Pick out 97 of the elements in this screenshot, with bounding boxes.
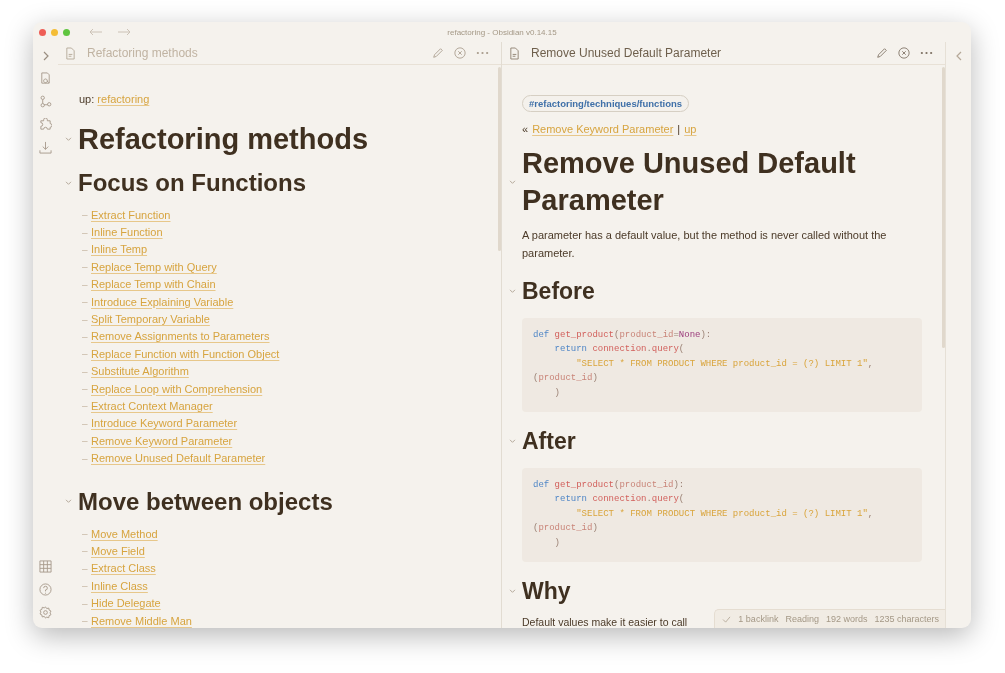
list-bullet: – [82, 615, 89, 626]
list-bullet: – [82, 330, 89, 342]
fold-chevron-icon[interactable] [509, 438, 516, 444]
note-link[interactable]: Extract Context Manager [91, 400, 213, 412]
more-options-icon[interactable] [476, 51, 489, 55]
status-item: 1235 characters [874, 614, 939, 624]
list-bullet: – [82, 365, 89, 377]
list-bullet: – [82, 597, 89, 609]
fold-chevron-icon[interactable] [509, 288, 516, 294]
window-title: refactoring - Obsidian v0.14.15 [447, 27, 557, 37]
note-link[interactable]: Remove Middle Man [91, 614, 192, 627]
note-link[interactable]: Remove Keyword Parameter [91, 434, 233, 447]
heading: Refactoring methods [78, 122, 369, 157]
status-item: 1 backlink [738, 614, 779, 624]
note-link[interactable]: Inline Temp [91, 243, 148, 256]
heading: Before [522, 277, 595, 306]
note-link[interactable]: Replace Temp with Query [91, 260, 217, 273]
list-bullet: – [82, 278, 89, 290]
list-bullet: – [82, 545, 89, 557]
status-item: Reading [785, 614, 819, 624]
pane-title: Refactoring methods [87, 46, 199, 60]
paragraph: Default values make it easier to call [522, 615, 688, 628]
note-link[interactable]: refactoring [97, 93, 150, 105]
status-item: 192 words [825, 614, 868, 624]
zoom-window-button[interactable] [63, 28, 70, 36]
settings-icon[interactable] [39, 606, 52, 619]
fold-chevron-icon[interactable] [509, 179, 516, 185]
download-icon[interactable] [39, 141, 52, 154]
note-link[interactable]: Extract Class [91, 562, 156, 575]
note-link[interactable]: Inline Class [91, 579, 148, 592]
more-options-icon[interactable] [920, 51, 933, 55]
note-link[interactable]: Extract Function [91, 208, 171, 221]
graph-icon[interactable] [39, 95, 52, 108]
back-arrow-icon[interactable] [89, 28, 103, 36]
note-link[interactable]: Remove Assignments to Parameters [91, 330, 270, 343]
list-bullet: – [82, 226, 89, 238]
list-bullet: – [82, 435, 89, 447]
scrollbar[interactable] [942, 67, 945, 348]
note-link[interactable]: Replace Loop with Comprehension [91, 382, 263, 395]
heading: After [522, 427, 576, 457]
note-link[interactable]: Introduce Explaining Variable [91, 295, 234, 308]
minimize-window-button[interactable] [51, 28, 58, 36]
paragraph: A parameter has a default value, but the method is never called without the parameter. [522, 228, 888, 261]
list-bullet: – [82, 261, 89, 273]
code-block: def get_product(product_id=None): return connection.query( "SELECT * FROM PRODUCT WHERE product_id = (?) LIMIT 1", (product_id) ) [522, 318, 922, 413]
help-icon[interactable] [39, 583, 52, 596]
list-bullet: – [82, 417, 89, 429]
up-label: up: [79, 93, 95, 105]
document-icon [65, 46, 76, 60]
puzzle-icon[interactable] [39, 118, 52, 131]
list-bullet: – [82, 452, 89, 464]
pencil-icon[interactable] [432, 47, 444, 59]
heading: Move between objects [78, 486, 333, 517]
list-bullet: – [82, 348, 89, 360]
list-bullet: – [82, 243, 89, 255]
list-bullet: – [82, 528, 89, 540]
calendar-grid-icon[interactable] [39, 560, 52, 573]
note-link[interactable]: Introduce Keyword Parameter [91, 417, 238, 430]
note-link[interactable]: Hide Delegate [91, 597, 161, 610]
heading: Focus on Functions [78, 168, 306, 198]
note-link[interactable]: Remove Unused Default Parameter [91, 452, 266, 465]
scrollbar[interactable] [498, 67, 501, 251]
separator: | [677, 123, 681, 135]
close-window-button[interactable] [39, 28, 46, 36]
list-bullet: – [82, 562, 89, 574]
forward-arrow-icon[interactable] [117, 28, 131, 36]
heading: Remove Unused Default Parameter [522, 146, 857, 218]
tag-pill[interactable]: #refactoring/techniques/functions [522, 95, 690, 112]
note-link[interactable]: Move Method [91, 527, 158, 540]
code-block: def get_product(product_id): return connection.query( "SELECT * FROM PRODUCT WHERE product_id = (?) LIMIT 1", (product_id) ) [522, 468, 922, 563]
fold-chevron-icon[interactable] [65, 499, 72, 505]
note-link[interactable]: Move Field [91, 544, 145, 557]
list-bullet: – [82, 400, 89, 412]
check-icon [722, 615, 732, 623]
note-link[interactable]: Replace Temp with Chain [91, 278, 216, 291]
pane-title: Remove Unused Default Parameter [531, 46, 723, 60]
fold-chevron-icon[interactable] [65, 180, 72, 186]
list-bullet: – [82, 209, 89, 221]
note-link[interactable]: up [684, 123, 697, 135]
note-link[interactable]: Remove Keyword Parameter [532, 123, 674, 135]
list-bullet: – [82, 296, 89, 308]
fold-chevron-icon[interactable] [65, 137, 72, 142]
close-icon[interactable] [454, 47, 466, 59]
note-link[interactable]: Inline Function [91, 226, 163, 239]
list-bullet: – [82, 313, 89, 325]
heading: Why [522, 577, 571, 607]
close-icon[interactable] [898, 47, 910, 59]
document-icon [509, 46, 520, 60]
list-bullet: – [82, 383, 89, 395]
fold-chevron-icon[interactable] [509, 588, 516, 594]
list-bullet: – [82, 580, 89, 592]
file-search-icon[interactable] [39, 72, 52, 85]
note-link[interactable]: Split Temporary Variable [91, 313, 210, 326]
pencil-icon[interactable] [876, 47, 888, 59]
note-link[interactable]: Replace Function with Function Object [91, 347, 280, 360]
previous-marker: « [522, 123, 529, 135]
note-link[interactable]: Substitute Algorithm [91, 365, 189, 378]
